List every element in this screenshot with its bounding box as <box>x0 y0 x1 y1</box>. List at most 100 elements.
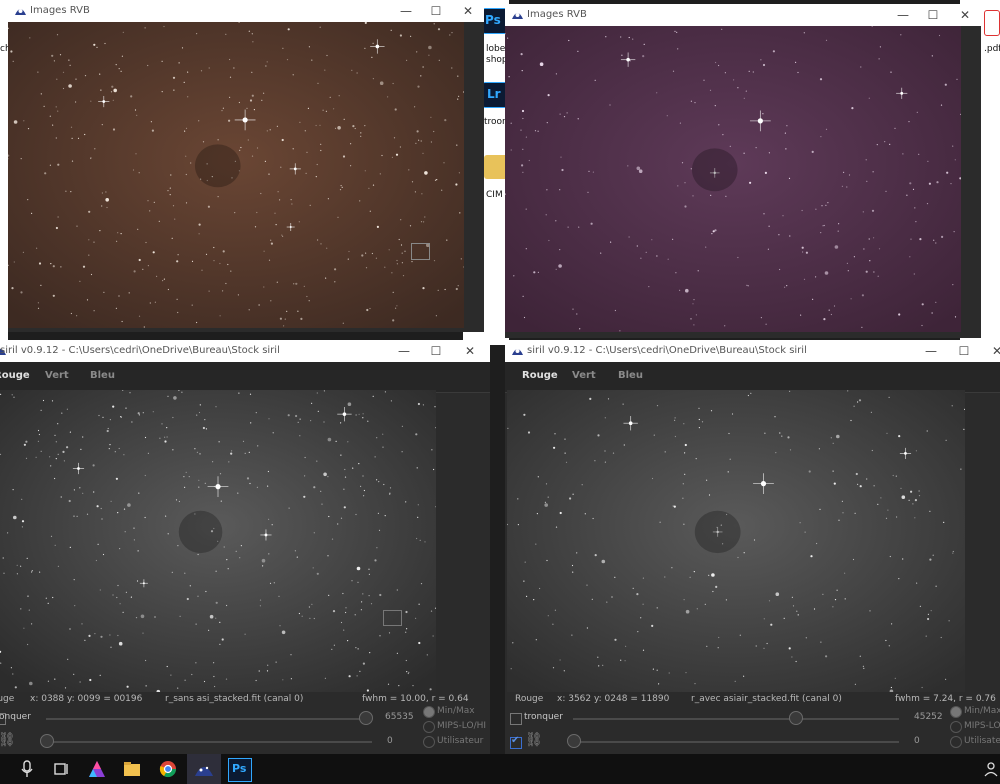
tab-bleu[interactable]: Bleu <box>618 370 643 381</box>
desktop-label: .pdf <box>984 44 1000 54</box>
link-icon[interactable]: ⛓ <box>525 732 543 748</box>
close-button[interactable]: ✕ <box>989 343 1000 359</box>
radio-label-utilisateur: Utilisateur <box>437 736 484 746</box>
affinity-icon[interactable] <box>86 758 108 780</box>
pdf-desktop-icon[interactable] <box>984 10 1000 36</box>
tab-rouge[interactable]: Rouge <box>0 370 30 381</box>
radio-utilisateur[interactable] <box>950 736 962 748</box>
selection-box[interactable] <box>383 610 402 626</box>
status-coords: x: 0388 y: 0099 = 00196 <box>30 694 143 704</box>
tab-vert[interactable]: Vert <box>45 370 69 381</box>
chrome-icon[interactable] <box>157 758 179 780</box>
titlebar[interactable]: Images RVB — ☐ ✕ <box>8 0 484 22</box>
close-button[interactable]: ✕ <box>460 3 476 19</box>
low-slider-knob[interactable] <box>40 734 54 748</box>
task-view-icon[interactable] <box>50 758 72 780</box>
people-icon[interactable] <box>982 758 1000 780</box>
high-slider-track[interactable] <box>573 718 899 720</box>
maximize-button[interactable]: ☐ <box>956 343 972 359</box>
close-button[interactable]: ✕ <box>957 7 973 23</box>
high-slider-knob[interactable] <box>788 711 803 725</box>
low-slider-knob[interactable] <box>567 734 581 748</box>
maximize-button[interactable]: ☐ <box>428 3 444 19</box>
tab-vert[interactable]: Vert <box>572 370 596 381</box>
channel-tabs: Rouge Vert Bleu <box>0 362 490 393</box>
image-canvas[interactable] <box>507 390 965 692</box>
maximize-button[interactable]: ☐ <box>925 7 941 23</box>
image-canvas[interactable] <box>8 22 464 328</box>
image-canvas[interactable] <box>0 390 436 692</box>
status-channel: Rouge <box>515 694 544 704</box>
radio-mips[interactable] <box>950 721 962 733</box>
siril-window-left[interactable]: siril v0.9.12 - C:\Users\cedri\OneDrive\… <box>0 340 490 754</box>
window-title: Images RVB <box>527 9 587 20</box>
high-value[interactable]: 45252 <box>914 712 943 722</box>
window-title: Images RVB <box>30 5 90 16</box>
taskbar: Ps <box>0 754 1000 784</box>
status-channel: Rouge <box>0 694 15 704</box>
radio-label-minmax: Min/Max <box>437 706 475 716</box>
star-field-graphic <box>507 390 965 692</box>
link-icon[interactable]: ⛓ <box>0 732 16 748</box>
star-field-graphic <box>0 390 436 692</box>
photoshop-icon[interactable]: Ps <box>228 758 252 782</box>
titlebar[interactable]: siril v0.9.12 - C:\Users\cedri\OneDrive\… <box>505 340 1000 362</box>
checkmark-icon: ✔ <box>511 735 520 746</box>
titlebar[interactable]: Images RVB — ☐ ✕ <box>505 4 981 26</box>
window-title: siril v0.9.12 - C:\Users\cedri\OneDrive\… <box>527 345 807 356</box>
close-button[interactable]: ✕ <box>462 343 478 359</box>
star-field-graphic <box>505 26 961 332</box>
minimize-button[interactable]: — <box>923 343 939 359</box>
rgb-image-window-left[interactable]: Images RVB — ☐ ✕ <box>8 0 484 332</box>
tronquer-label: tronquer <box>524 712 563 722</box>
window-title: siril v0.9.12 - C:\Users\cedri\OneDrive\… <box>0 345 280 356</box>
file-explorer-icon[interactable] <box>121 758 143 780</box>
radio-label-mips: MIPS-LO/HI <box>437 721 487 731</box>
rgb-image-window-right[interactable]: Images RVB — ☐ ✕ <box>505 4 981 338</box>
star-field-graphic <box>8 22 464 328</box>
radio-label-utilisateur: Utilisateur <box>964 736 1000 746</box>
siril-icon <box>15 9 26 15</box>
desktop-label: CIM <box>486 190 503 200</box>
tronquer-checkbox[interactable] <box>510 713 522 725</box>
status-filename: r_sans asi_stacked.fit (canal 0) <box>165 694 304 704</box>
high-value[interactable]: 65535 <box>385 712 414 722</box>
radio-utilisateur[interactable] <box>423 736 435 748</box>
siril-icon[interactable] <box>193 758 215 780</box>
low-slider-track[interactable] <box>46 741 372 743</box>
tab-bleu[interactable]: Bleu <box>90 370 115 381</box>
radio-label-minmax: Min/Max <box>964 706 1000 716</box>
radio-minmax[interactable] <box>950 706 962 718</box>
low-value[interactable]: 0 <box>387 736 393 746</box>
minimize-button[interactable]: — <box>396 343 412 359</box>
high-slider-track[interactable] <box>46 718 372 720</box>
desktop-label: troor <box>484 117 506 127</box>
radio-label-mips: MIPS-LO/HI <box>964 721 1000 731</box>
minimize-button[interactable]: — <box>398 3 414 19</box>
tab-rouge[interactable]: Rouge <box>522 370 558 381</box>
status-coords: x: 3562 y: 0248 = 11890 <box>557 694 670 704</box>
low-value[interactable]: 0 <box>914 736 920 746</box>
maximize-button[interactable]: ☐ <box>428 343 444 359</box>
status-fwhm: fwhm = 10.00, r = 0.64 <box>362 694 469 704</box>
radio-minmax[interactable] <box>423 706 435 718</box>
high-slider-knob[interactable] <box>359 711 374 725</box>
selection-box[interactable] <box>411 243 430 260</box>
siril-icon <box>512 13 523 19</box>
minimize-button[interactable]: — <box>895 7 911 23</box>
image-canvas[interactable] <box>505 26 961 332</box>
titlebar[interactable]: siril v0.9.12 - C:\Users\cedri\OneDrive\… <box>0 340 490 362</box>
siril-window-right[interactable]: siril v0.9.12 - C:\Users\cedri\OneDrive\… <box>505 340 1000 754</box>
tronquer-label: tronquer <box>0 712 31 722</box>
low-slider-track[interactable] <box>573 741 899 743</box>
link-checkbox-checked[interactable]: ✔ <box>510 735 522 749</box>
status-filename: r_avec asiair_stacked.fit (canal 0) <box>691 694 842 704</box>
status-fwhm: fwhm = 7.24, r = 0.76 <box>895 694 996 704</box>
status-bar: Rouge x: 3562 y: 0248 = 11890 r_avec asi… <box>505 694 1000 708</box>
desktop-label: lobe <box>486 44 506 54</box>
siril-icon <box>512 349 523 355</box>
status-bar: Rouge x: 0388 y: 0099 = 00196 r_sans asi… <box>0 694 490 708</box>
microphone-icon[interactable] <box>16 758 38 780</box>
channel-tabs: Rouge Vert Bleu <box>505 362 1000 393</box>
radio-mips[interactable] <box>423 721 435 733</box>
